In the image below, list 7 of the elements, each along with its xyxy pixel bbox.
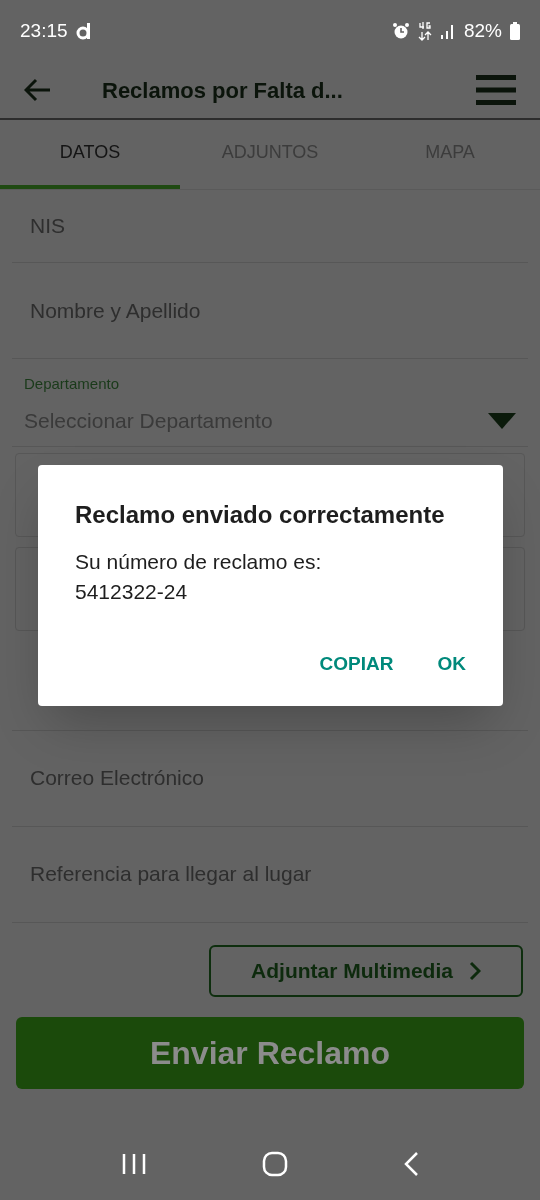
claim-number: 5412322-24 [75, 579, 189, 605]
battery-percent: 82% [463, 18, 502, 43]
dialog-message: Su número de reclamo es: [75, 549, 323, 575]
field-label: Departamento [23, 374, 121, 394]
dialog-title: Reclamo enviado correctamente [75, 500, 446, 530]
status-time: 23:15 [20, 18, 68, 43]
screen-title: Reclamos por Falta d... [102, 76, 344, 105]
